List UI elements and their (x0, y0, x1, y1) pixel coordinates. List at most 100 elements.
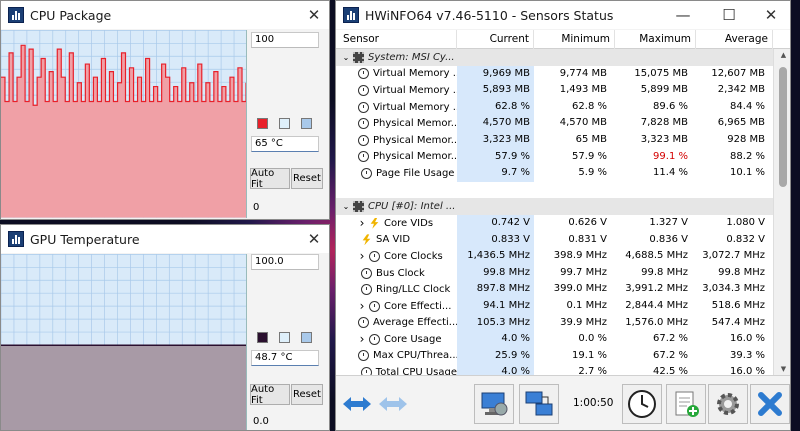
sensor-row[interactable]: › Core VIDs 0.742 V 0.626 V 1.327 V 1.080 V (336, 214, 773, 232)
close-icon[interactable]: ✕ (756, 1, 786, 29)
expand-arrow-icon[interactable]: › (358, 249, 366, 263)
auto-fit-button[interactable]: Auto Fit (250, 384, 290, 406)
sensor-row[interactable]: Physical Memor... 4,570 MB 4,570 MB 7,828 M… (336, 115, 773, 132)
timer-clock-icon[interactable] (622, 384, 662, 424)
average-value: 88.2 % (730, 150, 765, 162)
col-current[interactable]: Current (457, 30, 534, 49)
expand-arrow-icon[interactable]: › (358, 332, 366, 346)
bg-color-swatch[interactable] (301, 332, 312, 343)
max-scale-field[interactable]: 100.0 (251, 254, 319, 270)
maximum-value: 1,576.0 MHz (625, 316, 688, 328)
sensor-row[interactable]: Page File Usage 9.7 % 5.9 % 11.4 % 10.1 % (336, 165, 773, 182)
scroll-up-icon[interactable]: ▲ (774, 51, 790, 59)
clock-gauge-icon (358, 350, 369, 362)
title-bar[interactable]: CPU Package ✕ (1, 1, 329, 29)
average-value: 6,965 MB (717, 117, 765, 129)
sensor-row[interactable]: Physical Memor... 57.9 % 57.9 % 99.1 % 88.2 … (336, 148, 773, 166)
window-title: CPU Package (30, 7, 112, 23)
nav-back-icon[interactable] (377, 393, 409, 415)
sensor-group-row[interactable]: ⌄ CPU [#0]: Intel ... (336, 198, 773, 215)
sensor-row[interactable]: Virtual Memory ... 9,969 MB 9,774 MB 15,075… (336, 65, 773, 83)
col-maximum[interactable]: Maximum (615, 30, 696, 49)
auto-fit-button[interactable]: Auto Fit (250, 168, 290, 190)
max-scale-field[interactable]: 100 (251, 32, 319, 48)
line-color-swatch[interactable] (257, 118, 268, 129)
clock-gauge-icon (358, 118, 369, 130)
sensor-row[interactable]: Max CPU/Threa... 25.9 % 19.1 % 67.2 % 39.3 % (336, 347, 773, 365)
sensor-row[interactable]: SA VID 0.833 V 0.831 V 0.836 V 0.832 V (336, 231, 773, 249)
sensor-list[interactable]: ⌄ System: MSI Cy... Virtual Memory ... 9,96… (336, 49, 773, 375)
vertical-scrollbar[interactable]: ▲ ▼ (773, 49, 790, 375)
current-value: 25.9 % (457, 347, 534, 365)
sensor-row[interactable]: › Core Usage 4.0 % 0.0 % 67.2 % 16.0 % (336, 331, 773, 348)
maximum-value: 0.836 V (649, 233, 688, 245)
maximum-value: 2,844.4 MHz (625, 299, 688, 311)
gear-icon[interactable] (708, 384, 748, 424)
empty-cell (457, 49, 534, 66)
minimize-icon[interactable]: — (668, 1, 698, 29)
reset-button[interactable]: Reset (291, 168, 323, 189)
reset-button[interactable]: Reset (291, 384, 323, 405)
col-minimum[interactable]: Minimum (534, 30, 615, 49)
bottom-toolbar: 1:00:50 (336, 375, 790, 430)
sensor-row[interactable]: Physical Memor... 3,323 MB 65 MB 3,323 MB 92… (336, 131, 773, 149)
sensor-row[interactable]: Virtual Memory ... 62.8 % 62.8 % 89.6 % 84.4… (336, 98, 773, 116)
nav-left-right-icon[interactable] (341, 393, 373, 415)
col-average[interactable]: Average (696, 30, 773, 49)
average-value: 39.3 % (730, 349, 765, 361)
scroll-down-icon[interactable]: ▼ (774, 365, 790, 373)
close-icon[interactable]: ✕ (299, 1, 329, 29)
sensor-name: Ring/LLC Clock (376, 284, 451, 296)
gpu-temperature-graph-window[interactable]: GPU Temperature ✕ 100.0 48.7 °C Auto Fit… (0, 224, 330, 431)
current-value-field: 65 °C (251, 136, 319, 152)
close-x-icon[interactable] (750, 384, 790, 424)
sensor-row[interactable]: › Core Clocks 1,436.5 MHz 398.9 MHz 4,688.5 … (336, 248, 773, 265)
sensor-row[interactable]: Bus Clock 99.8 MHz 99.7 MHz 99.8 MHz 99.8 MH… (336, 264, 773, 282)
bg-color-swatch[interactable] (301, 118, 312, 129)
fill-color-swatch[interactable] (279, 118, 290, 129)
sensor-name: Virtual Memory ... (373, 68, 457, 80)
current-value: 9.7 % (457, 165, 534, 182)
current-value: 1,436.5 MHz (457, 248, 534, 265)
column-header: Sensor Current Minimum Maximum Average (336, 30, 790, 49)
cpu-package-graph-window[interactable]: CPU Package ✕ 100 65 °C Auto Fit Reset 0 (0, 0, 330, 220)
maximum-value: 3,323 MB (640, 133, 688, 145)
sensor-row[interactable]: Ring/LLC Clock 897.8 MHz 399.0 MHz 3,991.2 … (336, 281, 773, 298)
current-value: 9,969 MB (457, 65, 534, 83)
minimum-value: 4,570 MB (559, 117, 607, 129)
fill-color-swatch[interactable] (279, 332, 290, 343)
col-sensor[interactable]: Sensor (336, 30, 457, 49)
scrollbar-thumb[interactable] (779, 67, 787, 187)
average-value: 0.832 V (726, 233, 765, 245)
network-icon[interactable] (474, 384, 514, 424)
maximum-value: 7,828 MB (640, 117, 688, 129)
collapse-arrow-icon[interactable]: ⌄ (342, 202, 350, 211)
sensors-status-window[interactable]: HWiNFO64 v7.46-5110 - Sensors Status — ☐… (335, 0, 791, 431)
sensor-row[interactable]: Virtual Memory ... 5,893 MB 1,493 MB 5,899 … (336, 82, 773, 99)
close-icon[interactable]: ✕ (299, 225, 329, 253)
sensor-row[interactable]: Total CPU Usage 4.0 % 2.7 % 42.5 % 16.0 % (336, 364, 773, 375)
empty-cell (457, 198, 534, 215)
current-value: 897.8 MHz (457, 281, 534, 298)
chip-icon (353, 51, 364, 63)
collapse-arrow-icon[interactable]: ⌄ (342, 53, 350, 62)
title-bar[interactable]: GPU Temperature ✕ (1, 225, 329, 253)
current-value: 57.9 % (457, 148, 534, 166)
sensor-row[interactable]: › Core Effecti... 94.1 MHz 0.1 MHz 2,844.4 M… (336, 297, 773, 315)
current-value: 4.0 % (457, 364, 534, 375)
cpu-package-plot (1, 30, 247, 218)
add-report-icon[interactable] (666, 384, 706, 424)
maximum-value: 42.5 % (653, 366, 688, 375)
sensor-row[interactable]: Average Effecti... 105.3 MHz 39.9 MHz 1,576… (336, 314, 773, 332)
expand-arrow-icon[interactable]: › (358, 216, 366, 230)
line-color-swatch[interactable] (257, 332, 268, 343)
average-value: 1.080 V (726, 216, 765, 228)
sensor-group-row[interactable]: ⌄ System: MSI Cy... (336, 49, 773, 66)
group-name: System: MSI Cy... (368, 51, 455, 63)
sensor-name: Total CPU Usage (375, 367, 457, 375)
title-bar[interactable]: HWiNFO64 v7.46-5110 - Sensors Status — ☐… (336, 1, 790, 29)
maximum-value: 67.2 % (653, 333, 688, 345)
pc-settings-icon[interactable] (519, 384, 559, 424)
expand-arrow-icon[interactable]: › (358, 299, 366, 313)
maximize-icon[interactable]: ☐ (714, 1, 744, 29)
